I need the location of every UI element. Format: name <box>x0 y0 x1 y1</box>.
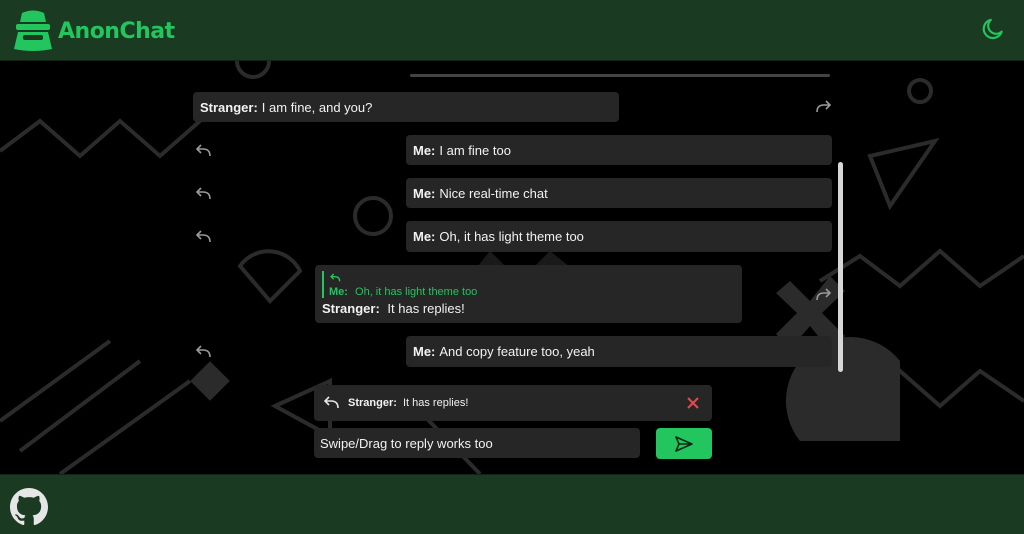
message-sender: Me: <box>413 229 436 244</box>
reply-arrow-icon[interactable] <box>194 144 212 158</box>
message-text: Oh, it has light theme too <box>439 229 584 244</box>
message-bubble-me[interactable]: Me: I am fine too <box>406 135 832 165</box>
message-text: I am fine too <box>439 142 511 158</box>
message-bubble-me[interactable]: Me: Oh, it has light theme too <box>406 221 832 252</box>
incognito-icon <box>14 10 52 51</box>
app-header: AnonChat <box>0 0 1024 61</box>
app-footer <box>0 474 1024 534</box>
reply-message: It has replies! <box>402 397 469 409</box>
message-bubble-me[interactable]: Me: And copy feature too, yeah <box>406 336 832 367</box>
message-text: I am fine, and you? <box>261 99 373 115</box>
reply-arrow-icon[interactable] <box>194 345 212 359</box>
quoted-message[interactable]: Me: Oh, it has light theme too <box>322 271 735 298</box>
send-button[interactable] <box>656 428 712 459</box>
reply-sender: Stranger: <box>348 397 397 409</box>
reply-arrow-icon <box>323 396 339 409</box>
message-bubble-stranger[interactable]: Stranger: I am fine, and you? <box>193 92 619 122</box>
reply-arrow-icon <box>330 273 341 282</box>
message-input[interactable] <box>314 428 640 458</box>
message-bubble-me[interactable]: Me: Nice real-time chat <box>406 178 832 208</box>
message-text: It has replies! <box>387 301 465 316</box>
message-bubble-stranger-reply[interactable]: Me: Oh, it has light theme too Stranger:… <box>315 265 742 323</box>
reply-arrow-icon[interactable] <box>815 100 833 114</box>
reply-arrow-icon[interactable] <box>194 187 212 201</box>
quote-sender: Me: <box>329 286 348 298</box>
quote-text: Oh, it has light theme too <box>355 286 478 298</box>
send-icon <box>675 435 693 452</box>
message-text: And copy feature too, yeah <box>439 344 595 359</box>
divider <box>410 74 830 77</box>
message-text: Nice real-time chat <box>439 185 548 201</box>
moon-icon[interactable] <box>980 16 1006 42</box>
logo[interactable]: AnonChat <box>12 9 175 53</box>
message-sender: Stranger: <box>200 99 258 115</box>
app-title: AnonChat <box>58 18 175 44</box>
message-sender: Me: <box>413 344 436 359</box>
chat-scrollbar[interactable] <box>838 162 843 372</box>
reply-preview: Stranger: It has replies! <box>314 385 712 421</box>
reply-preview-text: Stranger: It has replies! <box>348 397 468 409</box>
close-icon[interactable] <box>686 396 700 410</box>
reply-arrow-icon[interactable] <box>815 288 833 302</box>
github-icon[interactable] <box>10 488 48 526</box>
message-sender: Me: <box>413 142 436 158</box>
reply-arrow-icon[interactable] <box>194 230 212 244</box>
message-sender: Stranger: <box>322 301 380 316</box>
message-sender: Me: <box>413 185 436 201</box>
